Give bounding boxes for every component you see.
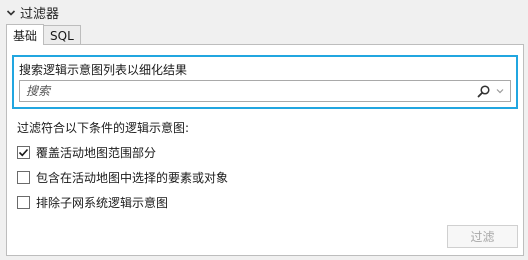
checkbox-checked[interactable] <box>17 146 30 159</box>
filter-heading: 过滤符合以下条件的逻辑示意图: <box>17 121 190 135</box>
filter-button[interactable]: 过滤 <box>447 225 518 248</box>
option-exclude-subnetwork-diagrams[interactable]: 排除子网系统逻辑示意图 <box>17 194 168 211</box>
tab-strip: 基础 SQL <box>6 24 81 45</box>
tab-basic[interactable]: 基础 <box>6 24 45 45</box>
chevron-down-icon[interactable] <box>6 7 16 17</box>
section-title: 过滤器 <box>20 6 60 22</box>
tab-sql[interactable]: SQL <box>43 25 81 45</box>
option-label: 排除子网系统逻辑示意图 <box>36 196 169 210</box>
tab-panel-basic: 搜索逻辑示意图列表以细化结果 过滤符合以下条件的逻辑示意图: <box>6 44 524 256</box>
option-cover-active-map-extent[interactable]: 覆盖活动地图范围部分 <box>17 144 156 161</box>
search-input[interactable] <box>20 82 476 100</box>
search-icon[interactable] <box>476 83 492 99</box>
option-label: 包含在活动地图中选择的要素或对象 <box>36 171 229 185</box>
option-label: 覆盖活动地图范围部分 <box>36 146 157 160</box>
search-box[interactable] <box>19 80 511 102</box>
search-group: 搜索逻辑示意图列表以细化结果 <box>12 55 518 109</box>
checkbox-unchecked[interactable] <box>17 196 30 209</box>
checkbox-unchecked[interactable] <box>17 171 30 184</box>
filter-pane: 过滤器 基础 SQL 搜索逻辑示意图列表以细化结果 搜索 过滤符合以下条件的逻辑… <box>0 0 528 260</box>
search-label: 搜索逻辑示意图列表以细化结果 <box>19 63 188 77</box>
option-contain-selected-features[interactable]: 包含在活动地图中选择的要素或对象 <box>17 169 228 186</box>
dropdown-arrow-icon[interactable] <box>494 83 506 99</box>
filter-section-header[interactable]: 过滤器 <box>6 2 59 22</box>
